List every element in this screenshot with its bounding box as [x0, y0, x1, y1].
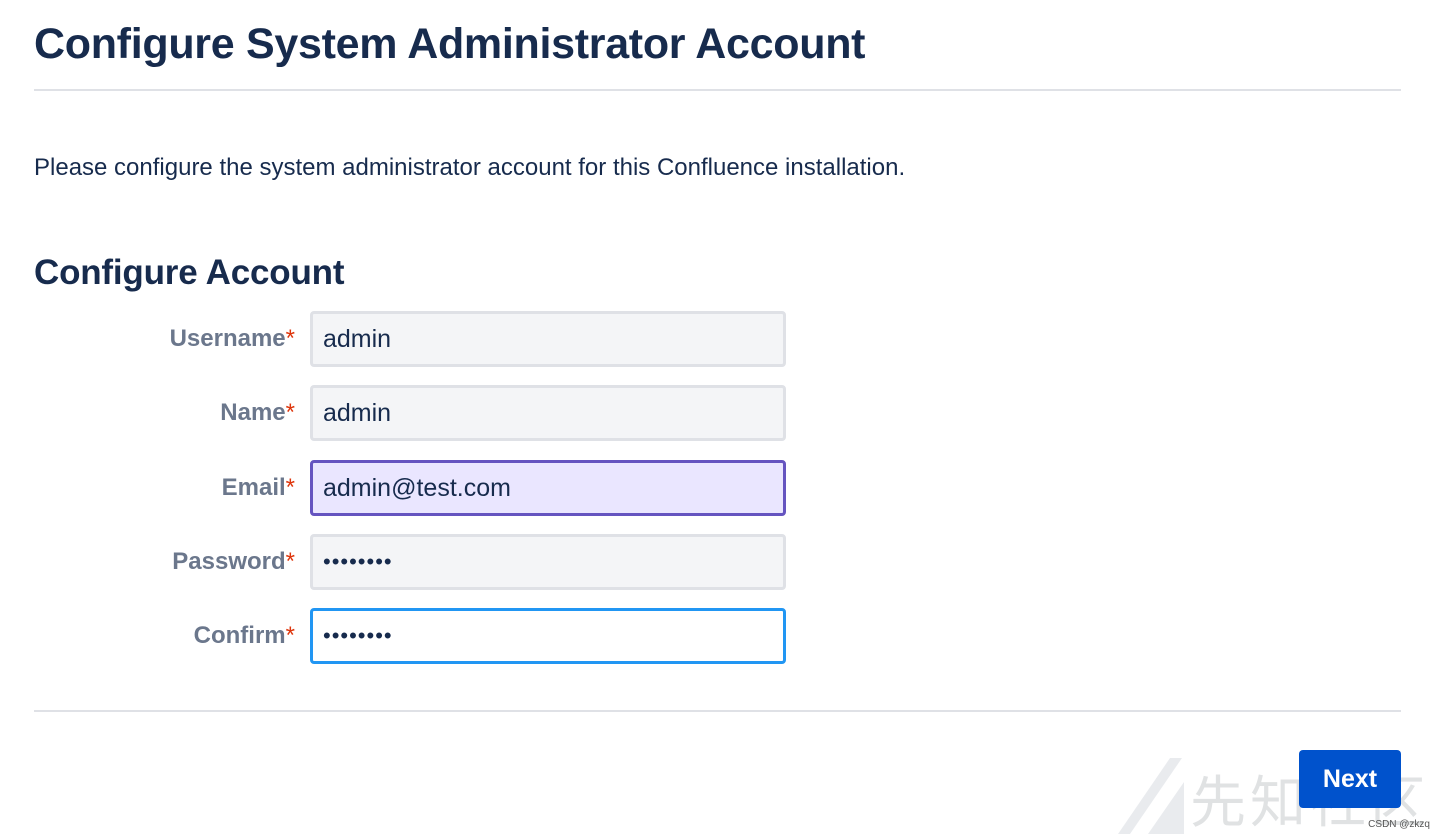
username-label-text: Username	[169, 325, 286, 352]
confirm-password-input[interactable]	[310, 608, 786, 664]
email-input[interactable]	[310, 460, 786, 516]
confirm-label: Confirm*	[194, 608, 295, 664]
page-title: Configure System Administrator Account	[34, 20, 866, 68]
confirm-label-text: Confirm	[193, 622, 286, 649]
footer-divider	[34, 710, 1401, 712]
intro-text: Please configure the system administrato…	[34, 154, 906, 181]
header-divider	[34, 89, 1401, 91]
name-label-text: Name	[220, 399, 286, 426]
image-credit: CSDN @zkzq	[1368, 819, 1430, 830]
required-marker: *	[285, 622, 295, 649]
name-row: Name*	[0, 385, 800, 441]
email-label-text: Email	[221, 474, 286, 501]
password-row: Password*	[0, 534, 800, 590]
username-label: Username*	[170, 311, 295, 367]
required-marker: *	[285, 399, 295, 426]
required-marker: *	[285, 325, 295, 352]
username-row: Username*	[0, 311, 800, 367]
required-marker: *	[285, 474, 295, 501]
confirm-row: Confirm*	[0, 608, 800, 664]
name-label: Name*	[220, 385, 295, 441]
name-input[interactable]	[310, 385, 786, 441]
email-label: Email*	[222, 460, 295, 516]
password-label-text: Password	[172, 548, 286, 575]
username-input[interactable]	[310, 311, 786, 367]
section-title: Configure Account	[34, 253, 345, 292]
required-marker: *	[285, 548, 295, 575]
password-label: Password*	[172, 534, 295, 590]
email-row: Email*	[0, 460, 800, 516]
next-button[interactable]: Next	[1299, 750, 1401, 808]
password-input[interactable]	[310, 534, 786, 590]
